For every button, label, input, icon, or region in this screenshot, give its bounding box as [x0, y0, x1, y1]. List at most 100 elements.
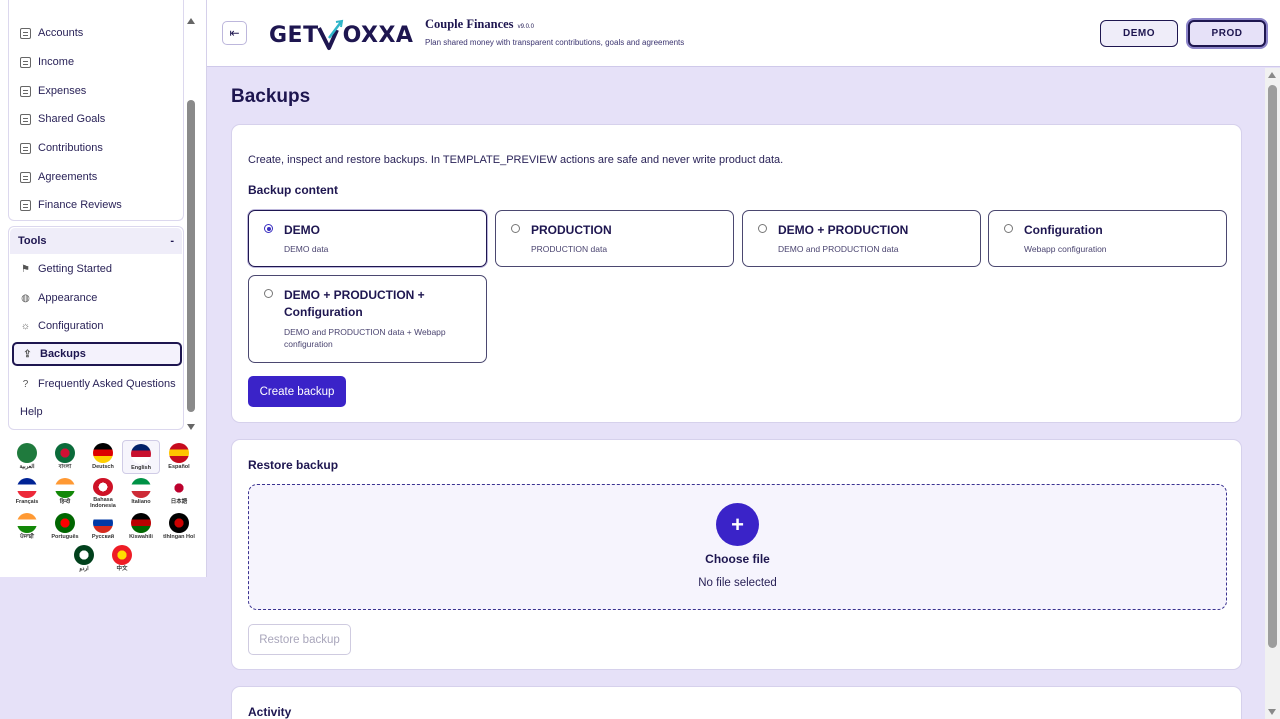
- radio-button[interactable]: [511, 224, 520, 233]
- radio-button[interactable]: [264, 289, 273, 298]
- language-option[interactable]: Français: [8, 475, 46, 509]
- file-dropzone[interactable]: + Choose file No file selected: [248, 484, 1227, 610]
- language-option[interactable]: العربية: [8, 440, 46, 474]
- language-option[interactable]: ਪੰਜਾਬੀ: [8, 510, 46, 544]
- language-option[interactable]: Italiano: [122, 475, 160, 509]
- flag-icon: [93, 478, 113, 496]
- language-option[interactable]: Kiswahili: [122, 510, 160, 544]
- language-label: Português: [51, 534, 79, 540]
- language-option[interactable]: Bahasa Indonesia: [84, 475, 122, 509]
- option-description: DEMO and PRODUCTION data: [778, 244, 899, 254]
- collapse-sidebar-button[interactable]: ⇤: [222, 21, 247, 45]
- sidebar-item-label: Agreements: [38, 171, 98, 183]
- collapse-sidebar-icon: ⇤: [229, 26, 240, 40]
- upload-icon: ⇪: [23, 348, 32, 360]
- language-option[interactable]: Português: [46, 510, 84, 544]
- backup-option-production[interactable]: PRODUCTION PRODUCTION data: [495, 210, 734, 267]
- tools-group-title: Tools: [18, 235, 47, 247]
- page-title: Backups: [231, 86, 311, 107]
- language-option[interactable]: Русский: [84, 510, 122, 544]
- sidebar-item-backups[interactable]: ⇪ Backups: [12, 342, 182, 366]
- flag-icon: [169, 443, 189, 463]
- language-label: 中文: [116, 566, 128, 572]
- sidebar-item-label: Help: [20, 406, 43, 418]
- collapse-toggle[interactable]: -: [170, 235, 174, 247]
- sidebar-item-shared-goals[interactable]: Shared Goals: [12, 107, 182, 131]
- language-label: Bahasa Indonesia: [90, 497, 116, 509]
- main-scrollbar[interactable]: [1265, 68, 1280, 719]
- language-label: বাংলা: [58, 464, 72, 470]
- language-option[interactable]: English: [122, 440, 160, 474]
- scroll-up-icon[interactable]: [187, 18, 195, 24]
- sidebar-item-label: Contributions: [38, 142, 103, 154]
- sidebar-item-getting-started[interactable]: ⚑ Getting Started: [12, 257, 182, 281]
- language-option[interactable]: tlhIngan Hol: [160, 510, 198, 544]
- sidebar-item-help[interactable]: Help: [12, 400, 182, 424]
- sidebar-item-configuration[interactable]: ☼ Configuration: [12, 314, 182, 338]
- language-option[interactable]: اردو: [65, 542, 103, 576]
- flag-icon: [17, 478, 37, 498]
- sidebar-scrollbar[interactable]: [186, 14, 196, 430]
- language-option[interactable]: 中文: [103, 542, 141, 576]
- choose-file-label[interactable]: Choose file: [249, 552, 1226, 566]
- sidebar-item-income[interactable]: Income: [12, 50, 182, 74]
- sidebar-item-label: Getting Started: [38, 263, 112, 275]
- add-file-button[interactable]: +: [716, 503, 759, 546]
- sidebar-item-label: Appearance: [38, 292, 98, 304]
- sidebar-item-expenses[interactable]: Expenses: [12, 79, 182, 103]
- backup-create-card: Create, inspect and restore backups. In …: [231, 124, 1242, 423]
- language-label: ਪੰਜਾਬੀ: [20, 534, 34, 540]
- env-prod-button[interactable]: PROD: [1188, 20, 1266, 47]
- list-icon: [20, 199, 31, 211]
- radio-button[interactable]: [758, 224, 767, 233]
- env-demo-button[interactable]: DEMO: [1100, 20, 1178, 47]
- flag-icon: [131, 444, 151, 464]
- language-label: العربية: [19, 464, 35, 470]
- scroll-down-icon[interactable]: [187, 424, 195, 430]
- language-option[interactable]: हिन्दी: [46, 475, 84, 509]
- sidebar-item-label: Accounts: [38, 27, 84, 39]
- create-backup-button[interactable]: Create backup: [248, 376, 346, 407]
- list-icon: [20, 171, 31, 183]
- restore-backup-button[interactable]: Restore backup: [248, 624, 351, 655]
- radio-button[interactable]: [1004, 224, 1013, 233]
- app-logo[interactable]: GET OXXA: [269, 18, 413, 52]
- selected-file-status: No file selected: [698, 577, 777, 589]
- backup-option-configuration[interactable]: Configuration Webapp configuration: [988, 210, 1227, 267]
- sidebar-item-label: Expenses: [38, 85, 87, 97]
- scroll-up-icon[interactable]: [1268, 72, 1276, 78]
- language-option[interactable]: 日本語: [160, 475, 198, 509]
- flag-icon: [55, 513, 75, 533]
- list-icon: [20, 27, 31, 39]
- tools-group-header[interactable]: Tools -: [10, 228, 182, 254]
- language-label: English: [131, 465, 151, 471]
- restore-backup-title: Restore backup: [248, 458, 339, 472]
- sidebar-item-label: Shared Goals: [38, 113, 106, 125]
- language-option[interactable]: বাংলা: [46, 440, 84, 474]
- scroll-down-icon[interactable]: [1268, 709, 1276, 715]
- language-label: Français: [15, 499, 39, 505]
- option-title: Configuration: [1024, 223, 1103, 237]
- sidebar-item-contributions[interactable]: Contributions: [12, 136, 182, 160]
- backup-option-demo[interactable]: DEMO DEMO data: [248, 210, 487, 267]
- backup-option-all[interactable]: DEMO + PRODUCTION + Configuration DEMO a…: [248, 275, 487, 363]
- language-option[interactable]: Deutsch: [84, 440, 122, 474]
- help-circle-icon: ?: [22, 378, 29, 390]
- option-description: Webapp configuration: [1024, 244, 1107, 254]
- backup-option-demo-production[interactable]: DEMO + PRODUCTION DEMO and PRODUCTION da…: [742, 210, 981, 267]
- scrollbar-thumb[interactable]: [1268, 85, 1277, 648]
- flag-icon: [93, 513, 113, 533]
- sidebar-item-label: Configuration: [38, 320, 104, 332]
- sidebar-item-appearance[interactable]: ◍ Appearance: [12, 286, 182, 310]
- flag-icon: [131, 478, 151, 498]
- sidebar-item-agreements[interactable]: Agreements: [12, 165, 182, 189]
- language-label: हिन्दी: [59, 499, 71, 505]
- sidebar-item-faq[interactable]: ? Frequently Asked Questions: [12, 372, 182, 396]
- language-option[interactable]: Español: [160, 440, 198, 474]
- sidebar-item-finance-reviews[interactable]: Finance Reviews: [12, 193, 182, 217]
- backup-content-title: Backup content: [248, 183, 339, 197]
- app-header: ⇤ GET OXXA Couple Finances v9.0.0 Plan sh…: [207, 0, 1280, 67]
- scrollbar-thumb[interactable]: [187, 100, 195, 412]
- radio-button[interactable]: [264, 224, 273, 233]
- sidebar-item-accounts[interactable]: Accounts: [12, 21, 182, 45]
